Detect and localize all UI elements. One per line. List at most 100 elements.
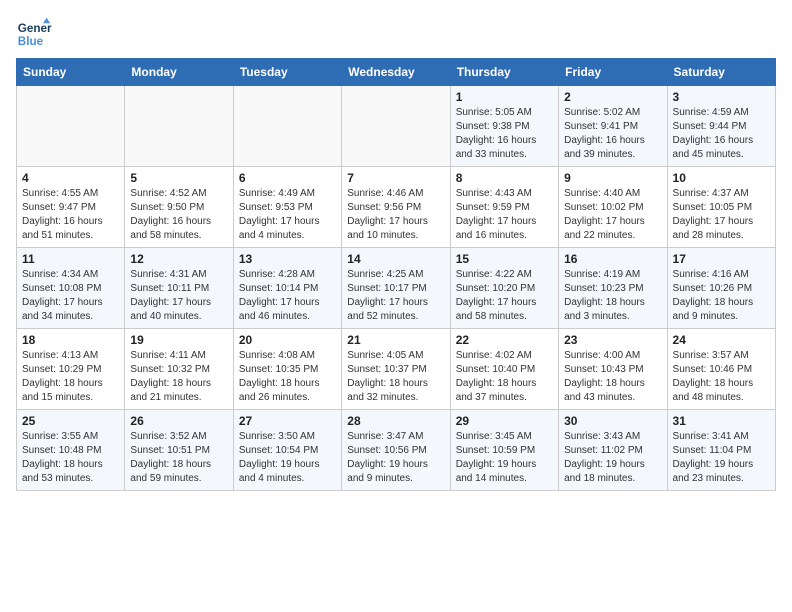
- calendar-cell: 21 Sunrise: 4:05 AM Sunset: 10:37 PM Dayl…: [342, 329, 450, 410]
- cell-info: Sunrise: 3:52 AM Sunset: 10:51 PM Daylig…: [130, 430, 227, 486]
- cell-info: Sunrise: 3:55 AM Sunset: 10:48 PM Daylig…: [22, 430, 119, 486]
- logo: General Blue: [16, 16, 52, 52]
- cell-info: Sunrise: 3:43 AM Sunset: 11:02 PM Daylig…: [564, 430, 661, 486]
- calendar-cell: 20 Sunrise: 4:08 AM Sunset: 10:35 PM Dayl…: [233, 329, 341, 410]
- calendar-cell: 3 Sunrise: 4:59 AM Sunset: 9:44 PM Daylig…: [667, 86, 775, 167]
- cell-info: Sunrise: 4:52 AM Sunset: 9:50 PM Dayligh…: [130, 187, 227, 243]
- day-number: 27: [239, 414, 336, 428]
- cell-info: Sunrise: 4:11 AM Sunset: 10:32 PM Daylig…: [130, 349, 227, 405]
- cell-info: Sunrise: 3:45 AM Sunset: 10:59 PM Daylig…: [456, 430, 553, 486]
- cell-info: Sunrise: 4:22 AM Sunset: 10:20 PM Daylig…: [456, 268, 553, 324]
- calendar-cell: [125, 86, 233, 167]
- day-number: 2: [564, 90, 661, 104]
- cell-info: Sunrise: 5:02 AM Sunset: 9:41 PM Dayligh…: [564, 106, 661, 162]
- calendar-cell: 11 Sunrise: 4:34 AM Sunset: 10:08 PM Dayl…: [17, 248, 125, 329]
- cell-info: Sunrise: 4:37 AM Sunset: 10:05 PM Daylig…: [673, 187, 770, 243]
- svg-text:General: General: [18, 22, 52, 35]
- day-number: 26: [130, 414, 227, 428]
- calendar-cell: [342, 86, 450, 167]
- calendar-cell: 22 Sunrise: 4:02 AM Sunset: 10:40 PM Dayl…: [450, 329, 558, 410]
- day-number: 11: [22, 252, 119, 266]
- cell-info: Sunrise: 4:49 AM Sunset: 9:53 PM Dayligh…: [239, 187, 336, 243]
- cell-info: Sunrise: 4:34 AM Sunset: 10:08 PM Daylig…: [22, 268, 119, 324]
- calendar-table: SundayMondayTuesdayWednesdayThursdayFrid…: [16, 58, 776, 491]
- weekday-header-sunday: Sunday: [17, 59, 125, 86]
- calendar-cell: 18 Sunrise: 4:13 AM Sunset: 10:29 PM Dayl…: [17, 329, 125, 410]
- weekday-header-thursday: Thursday: [450, 59, 558, 86]
- calendar-cell: 19 Sunrise: 4:11 AM Sunset: 10:32 PM Dayl…: [125, 329, 233, 410]
- calendar-cell: 23 Sunrise: 4:00 AM Sunset: 10:43 PM Dayl…: [559, 329, 667, 410]
- cell-info: Sunrise: 4:28 AM Sunset: 10:14 PM Daylig…: [239, 268, 336, 324]
- page-header: General Blue: [16, 16, 776, 52]
- weekday-header-friday: Friday: [559, 59, 667, 86]
- day-number: 21: [347, 333, 444, 347]
- cell-info: Sunrise: 4:08 AM Sunset: 10:35 PM Daylig…: [239, 349, 336, 405]
- calendar-cell: 16 Sunrise: 4:19 AM Sunset: 10:23 PM Dayl…: [559, 248, 667, 329]
- cell-info: Sunrise: 5:05 AM Sunset: 9:38 PM Dayligh…: [456, 106, 553, 162]
- calendar-cell: 12 Sunrise: 4:31 AM Sunset: 10:11 PM Dayl…: [125, 248, 233, 329]
- calendar-cell: 6 Sunrise: 4:49 AM Sunset: 9:53 PM Daylig…: [233, 167, 341, 248]
- calendar-cell: 2 Sunrise: 5:02 AM Sunset: 9:41 PM Daylig…: [559, 86, 667, 167]
- weekday-header-saturday: Saturday: [667, 59, 775, 86]
- day-number: 31: [673, 414, 770, 428]
- day-number: 13: [239, 252, 336, 266]
- cell-info: Sunrise: 4:05 AM Sunset: 10:37 PM Daylig…: [347, 349, 444, 405]
- cell-info: Sunrise: 4:13 AM Sunset: 10:29 PM Daylig…: [22, 349, 119, 405]
- cell-info: Sunrise: 4:02 AM Sunset: 10:40 PM Daylig…: [456, 349, 553, 405]
- calendar-cell: 5 Sunrise: 4:52 AM Sunset: 9:50 PM Daylig…: [125, 167, 233, 248]
- cell-info: Sunrise: 4:31 AM Sunset: 10:11 PM Daylig…: [130, 268, 227, 324]
- cell-info: Sunrise: 4:55 AM Sunset: 9:47 PM Dayligh…: [22, 187, 119, 243]
- day-number: 4: [22, 171, 119, 185]
- day-number: 5: [130, 171, 227, 185]
- day-number: 8: [456, 171, 553, 185]
- day-number: 15: [456, 252, 553, 266]
- calendar-cell: 14 Sunrise: 4:25 AM Sunset: 10:17 PM Dayl…: [342, 248, 450, 329]
- calendar-cell: 25 Sunrise: 3:55 AM Sunset: 10:48 PM Dayl…: [17, 410, 125, 491]
- day-number: 19: [130, 333, 227, 347]
- calendar-cell: 28Sunrise: 3:47 AM Sunset: 10:56 PM Dayl…: [342, 410, 450, 491]
- day-number: 9: [564, 171, 661, 185]
- calendar-cell: 17Sunrise: 4:16 AM Sunset: 10:26 PM Dayl…: [667, 248, 775, 329]
- cell-info: Sunrise: 4:19 AM Sunset: 10:23 PM Daylig…: [564, 268, 661, 324]
- day-number: 3: [673, 90, 770, 104]
- cell-info: Sunrise: 3:50 AM Sunset: 10:54 PM Daylig…: [239, 430, 336, 486]
- cell-info: Sunrise: 3:57 AM Sunset: 10:46 PM Daylig…: [673, 349, 770, 405]
- day-number: 23: [564, 333, 661, 347]
- day-number: 7: [347, 171, 444, 185]
- calendar-cell: 10 Sunrise: 4:37 AM Sunset: 10:05 PM Dayl…: [667, 167, 775, 248]
- day-number: 16: [564, 252, 661, 266]
- cell-info: Sunrise: 4:00 AM Sunset: 10:43 PM Daylig…: [564, 349, 661, 405]
- day-number: 22: [456, 333, 553, 347]
- calendar-cell: 1 Sunrise: 5:05 AM Sunset: 9:38 PM Daylig…: [450, 86, 558, 167]
- cell-info: Sunrise: 3:47 AM Sunset: 10:56 PM Daylig…: [347, 430, 444, 486]
- cell-info: Sunrise: 3:41 AM Sunset: 11:04 PM Daylig…: [673, 430, 770, 486]
- day-number: 29: [456, 414, 553, 428]
- calendar-cell: 9Sunrise: 4:40 AM Sunset: 10:02 PM Dayli…: [559, 167, 667, 248]
- logo-icon: General Blue: [16, 16, 52, 52]
- calendar-cell: [17, 86, 125, 167]
- day-number: 17: [673, 252, 770, 266]
- day-number: 24: [673, 333, 770, 347]
- calendar-cell: 24 Sunrise: 3:57 AM Sunset: 10:46 PM Dayl…: [667, 329, 775, 410]
- weekday-header-monday: Monday: [125, 59, 233, 86]
- day-number: 20: [239, 333, 336, 347]
- calendar-cell: 29 Sunrise: 3:45 AM Sunset: 10:59 PM Dayl…: [450, 410, 558, 491]
- cell-info: Sunrise: 4:46 AM Sunset: 9:56 PM Dayligh…: [347, 187, 444, 243]
- day-number: 14: [347, 252, 444, 266]
- day-number: 25: [22, 414, 119, 428]
- cell-info: Sunrise: 4:25 AM Sunset: 10:17 PM Daylig…: [347, 268, 444, 324]
- day-number: 1: [456, 90, 553, 104]
- calendar-cell: 30Sunrise: 3:43 AM Sunset: 11:02 PM Dayl…: [559, 410, 667, 491]
- cell-info: Sunrise: 4:43 AM Sunset: 9:59 PM Dayligh…: [456, 187, 553, 243]
- calendar-cell: 15 Sunrise: 4:22 AM Sunset: 10:20 PM Dayl…: [450, 248, 558, 329]
- cell-info: Sunrise: 4:59 AM Sunset: 9:44 PM Dayligh…: [673, 106, 770, 162]
- day-number: 18: [22, 333, 119, 347]
- day-number: 12: [130, 252, 227, 266]
- svg-text:Blue: Blue: [18, 35, 44, 48]
- day-number: 6: [239, 171, 336, 185]
- calendar-cell: 31 Sunrise: 3:41 AM Sunset: 11:04 PM Dayl…: [667, 410, 775, 491]
- calendar-cell: 27 Sunrise: 3:50 AM Sunset: 10:54 PM Dayl…: [233, 410, 341, 491]
- calendar-cell: 8 Sunrise: 4:43 AM Sunset: 9:59 PM Daylig…: [450, 167, 558, 248]
- calendar-cell: 7 Sunrise: 4:46 AM Sunset: 9:56 PM Daylig…: [342, 167, 450, 248]
- day-number: 10: [673, 171, 770, 185]
